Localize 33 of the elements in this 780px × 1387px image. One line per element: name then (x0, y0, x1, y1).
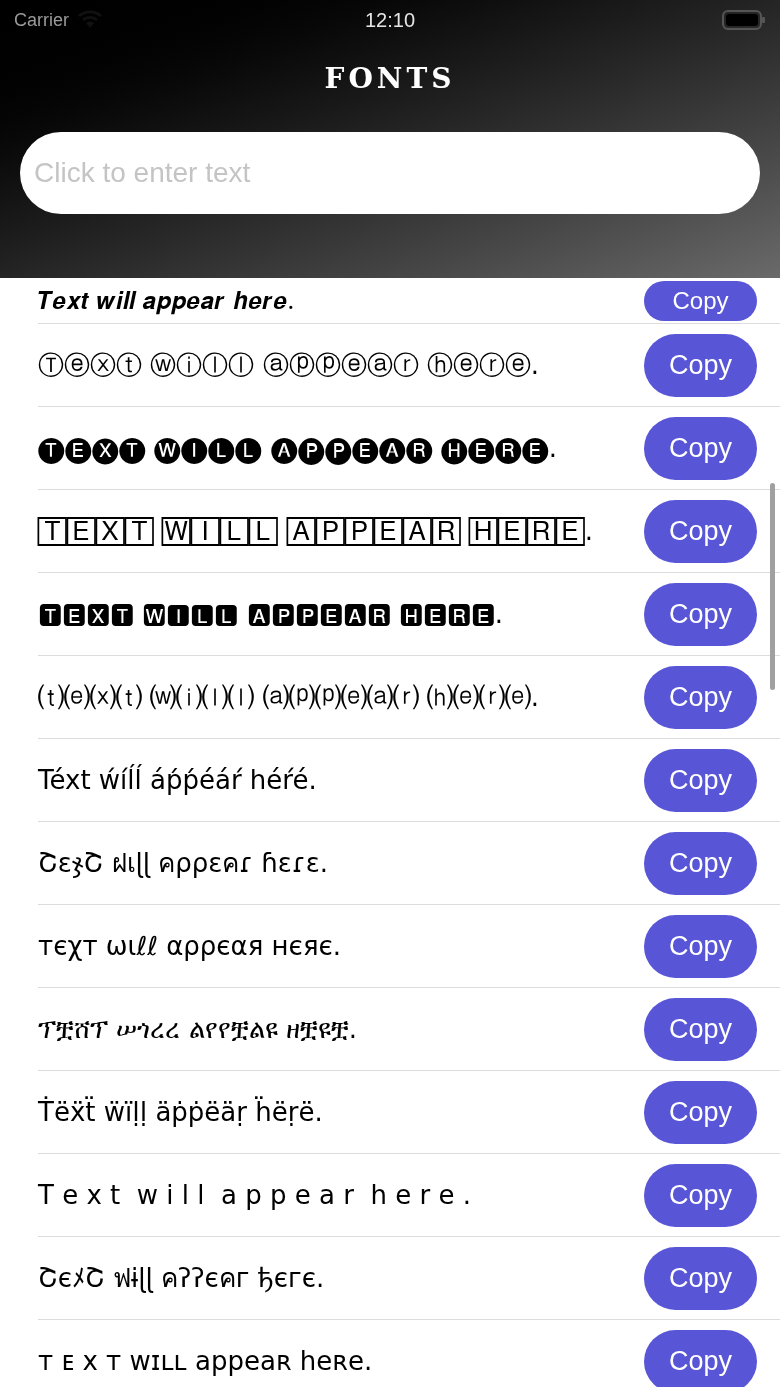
styled-text-sample: ፕቿሸፕ ሠጎረረ ልየየቿልዩ ዘቿዩቿ. (38, 1013, 359, 1046)
styled-text-sample: ᴛ ᴇ x ᴛ ᴡɪʟʟ appeaʀ heʀe. (38, 1345, 374, 1378)
styled-text-sample: 🅃🄴🅇🅃 🅆🄸🄻🄻 🄰🄿🄿🄴🄰🅁 🄷🄴🅁🄴. (38, 515, 595, 548)
copy-button[interactable]: Copy (644, 666, 757, 729)
styled-text-sample: Ⓣⓔⓧⓣ ⓦⓘⓛⓛ ⓐⓟⓟⓔⓐⓡ ⓗⓔⓡⓔ. (38, 349, 541, 382)
copy-button[interactable]: Copy (644, 1164, 757, 1227)
clock-time: 12:10 (364, 8, 416, 33)
copy-button[interactable]: Copy (644, 583, 757, 646)
styled-text-sample: 𝑻𝒆𝒙𝒕 𝒘𝒊𝒍𝒍 𝒂𝒑𝒑𝒆𝒂𝒓 𝒉𝒆𝒓𝒆. (38, 286, 296, 317)
styled-text-sample: тєχт ωιℓℓ αρρєαя нєяє. (38, 930, 343, 963)
styled-text-sample: 🆃🅴🆇🆃 🆆🅸🅻🅻 🅰🅿🅿🅴🅰🆁 🅷🅴🆁🅴. (38, 598, 505, 631)
copy-button[interactable]: Copy (644, 832, 757, 895)
page-title: FONTS (324, 61, 456, 97)
styled-text-sample: Téxt ẃíĺĺ áṕṕéáŕ héŕé. (38, 763, 318, 797)
styled-text-sample: Ṫëẍẗ ẅïḷḷ äṗṗëäṛ ḧëṛë. (38, 1095, 324, 1129)
copy-button[interactable]: Copy (644, 915, 757, 978)
copy-button[interactable]: Copy (644, 334, 757, 397)
text-input-field[interactable]: Click to enter text (20, 132, 760, 214)
styled-text-sample: ՇєﾒՇ ฟɨɭɭ คʔʔєคг ђєгє. (38, 1262, 326, 1295)
copy-button[interactable]: Copy (644, 417, 757, 480)
copy-button[interactable]: Copy (644, 1247, 757, 1310)
copy-button[interactable]: Copy (644, 998, 757, 1061)
copy-button[interactable]: Copy (644, 749, 757, 812)
styled-text-sample: ⒯⒠⒳⒯ ⒲⒤⒧⒧ ⒜⒫⒫⒠⒜⒭ ⒣⒠⒭⒠. (38, 681, 541, 714)
carrier-name: Carrier (14, 8, 69, 32)
copy-button[interactable]: Copy (644, 1330, 757, 1387)
copy-button[interactable]: Copy (644, 500, 757, 563)
battery-icon (722, 9, 766, 31)
copy-button[interactable]: Copy (644, 281, 757, 321)
copy-button[interactable]: Copy (644, 1081, 757, 1144)
styled-text-sample: 🅣🅔🅧🅣 🅦🅘🅛🅛 🅐🅟🅟🅔🅐🅡 🅗🅔🅡🅔. (38, 432, 559, 467)
styled-text-sample: T e x t w i l l a p p e a r h e r e . (38, 1179, 472, 1212)
styled-text-sample: ՇεჯՇ ฝเɭɭ คρρεคɾ ɦεɾε. (38, 847, 329, 880)
